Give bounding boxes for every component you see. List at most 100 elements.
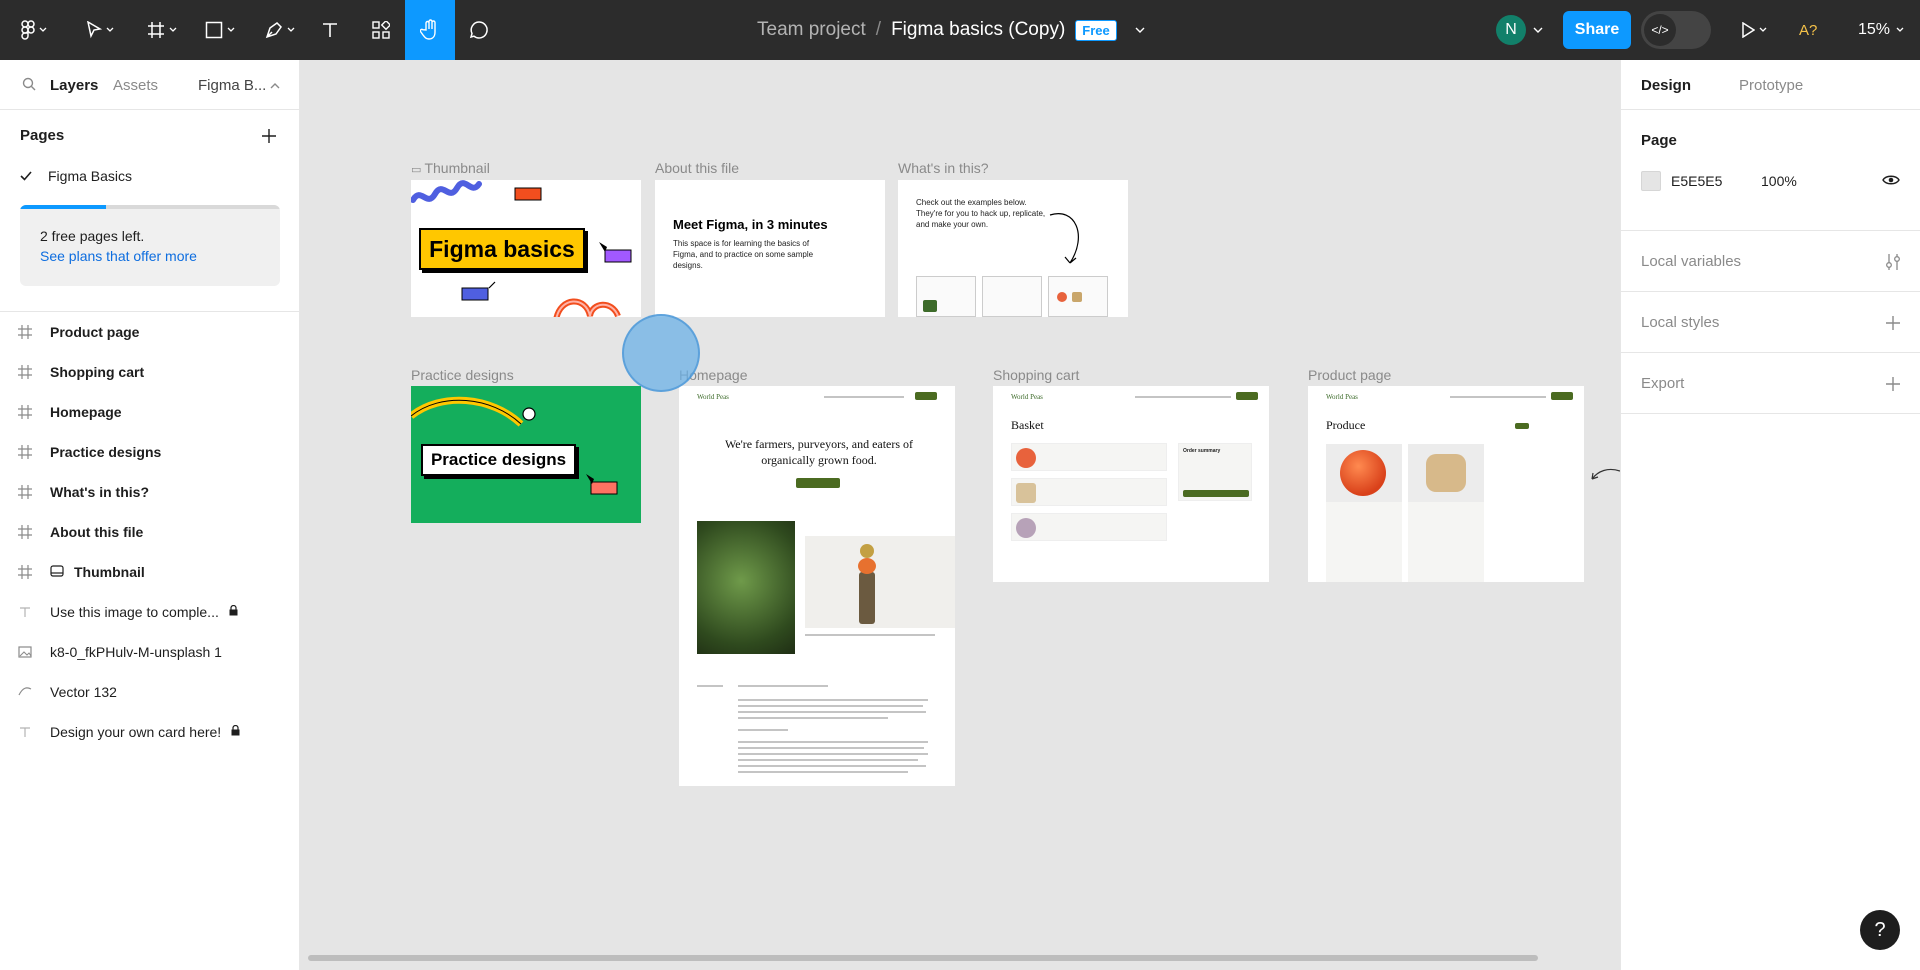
shape-tool-button[interactable]: [198, 0, 242, 60]
ginger-image: [1426, 454, 1466, 492]
export-section[interactable]: Export: [1621, 353, 1920, 414]
resources-icon: [372, 21, 390, 39]
frame-icon: [0, 365, 50, 379]
frame-label-practice[interactable]: Practice designs: [411, 367, 514, 383]
plus-icon[interactable]: [1886, 377, 1900, 391]
local-styles-label: Local styles: [1641, 314, 1720, 331]
lock-icon[interactable]: [229, 604, 238, 619]
text-line: [738, 759, 918, 761]
nav-links: [1135, 396, 1231, 398]
layer-item[interactable]: Use this image to comple...: [0, 592, 299, 632]
avatar[interactable]: N: [1496, 15, 1526, 45]
shop-button: [796, 478, 840, 488]
help-button[interactable]: ?: [1860, 910, 1900, 950]
product-brand: World Peas: [1326, 393, 1358, 401]
tab-layers[interactable]: Layers: [50, 77, 98, 94]
horizontal-scrollbar[interactable]: [308, 955, 1538, 961]
layer-name: Practice designs: [50, 444, 162, 460]
thumbnail-icon: ▭: [411, 164, 425, 176]
lock-icon[interactable]: [231, 724, 240, 739]
tab-file-pages[interactable]: Figma B...: [198, 77, 266, 94]
text-line: [738, 729, 788, 731]
search-icon[interactable]: [22, 77, 36, 91]
page-color-swatch[interactable]: [1641, 171, 1661, 191]
frame-shopping-cart[interactable]: World Peas Basket Order summary: [993, 386, 1269, 582]
figma-menu-button[interactable]: [12, 0, 56, 60]
present-button[interactable]: [1736, 0, 1772, 60]
frame-product-page[interactable]: World Peas Produce: [1308, 386, 1584, 582]
layer-item[interactable]: Vector 132: [0, 672, 299, 712]
comment-tool-button[interactable]: [458, 0, 500, 60]
layer-item[interactable]: Design your own card here!: [0, 712, 299, 752]
resources-tool-button[interactable]: [362, 0, 400, 60]
about-title: Meet Figma, in 3 minutes: [673, 217, 828, 232]
layer-item[interactable]: Practice designs: [0, 432, 299, 472]
frame-label-cart[interactable]: Shopping cart: [993, 367, 1079, 383]
preview-thumb: [1072, 292, 1082, 302]
hand-tool-button[interactable]: [405, 0, 455, 60]
layer-item[interactable]: Shopping cart: [0, 352, 299, 392]
layer-item[interactable]: Homepage: [0, 392, 299, 432]
canvas[interactable]: ▭ Thumbnail Figma basics About this file…: [300, 60, 1620, 970]
move-tool-button[interactable]: [78, 0, 122, 60]
tab-prototype[interactable]: Prototype: [1739, 77, 1803, 94]
frame-homepage[interactable]: World Peas We're farmers, purveyors, and…: [679, 386, 955, 786]
local-variables-section[interactable]: Local variables: [1621, 231, 1920, 292]
vase-shape: [859, 572, 875, 624]
font-warning-indicator[interactable]: A?: [1799, 0, 1817, 60]
pen-tool-button[interactable]: [258, 0, 302, 60]
frame-practice-designs[interactable]: Practice designs: [411, 386, 641, 523]
layer-item[interactable]: k8-0_fkPHulv-M-unsplash 1: [0, 632, 299, 672]
page-opacity-value[interactable]: 100%: [1761, 173, 1797, 189]
pages-usage-bar: [20, 205, 280, 209]
local-styles-section[interactable]: Local styles: [1621, 292, 1920, 353]
variables-settings-icon[interactable]: [1885, 253, 1901, 271]
frame-about-this-file[interactable]: Meet Figma, in 3 minutes This space is f…: [655, 180, 885, 317]
share-button[interactable]: Share: [1563, 11, 1631, 49]
frame-label-whats[interactable]: What's in this?: [898, 160, 989, 176]
comment-icon: [469, 21, 488, 39]
frame-tool-button[interactable]: [140, 0, 184, 60]
layer-item[interactable]: About this file: [0, 512, 299, 552]
dev-mode-toggle[interactable]: </>: [1641, 11, 1711, 49]
layer-item[interactable]: Product page: [0, 312, 299, 352]
chevron-up-icon[interactable]: [270, 82, 280, 90]
add-page-button[interactable]: [262, 123, 276, 149]
order-summary-title: Order summary: [1183, 448, 1221, 454]
plus-icon[interactable]: [1886, 316, 1900, 330]
whats-body: Check out the examples below. They're fo…: [916, 198, 1046, 229]
greens-image: [697, 521, 795, 654]
frame-label-product[interactable]: Product page: [1308, 367, 1391, 383]
product-title: Produce: [1326, 418, 1366, 432]
tab-assets[interactable]: Assets: [113, 77, 158, 94]
frame-thumbnail[interactable]: Figma basics: [411, 180, 641, 317]
tab-design[interactable]: Design: [1641, 77, 1691, 94]
frame-icon: [0, 405, 50, 419]
export-label: Export: [1641, 375, 1685, 392]
free-pages-notice: 2 free pages left. See plans that offer …: [20, 205, 280, 286]
text-line: [738, 685, 828, 687]
frame-label-about[interactable]: About this file: [655, 160, 739, 176]
zoom-menu[interactable]: 15%: [1858, 0, 1904, 60]
text-tool-button[interactable]: [312, 0, 348, 60]
nav-links: [1450, 396, 1546, 398]
frame-label-thumbnail[interactable]: ▭ Thumbnail: [411, 160, 490, 176]
see-plans-link[interactable]: See plans that offer more: [40, 248, 197, 264]
file-name[interactable]: Figma basics (Copy): [891, 19, 1065, 41]
layer-item[interactable]: What's in this?: [0, 472, 299, 512]
page-item-figma-basics[interactable]: Figma Basics: [20, 168, 132, 184]
chevron-down-icon[interactable]: [1135, 26, 1145, 34]
eye-icon[interactable]: [1882, 173, 1900, 187]
about-body: This space is for learning the basics of…: [673, 239, 814, 270]
chevron-down-icon: [1759, 27, 1767, 32]
curved-arrow-icon: [1049, 213, 1079, 264]
plan-badge[interactable]: Free: [1075, 19, 1117, 41]
chevron-down-icon: [227, 27, 235, 32]
page-color-value[interactable]: E5E5E5: [1671, 173, 1722, 189]
text-line: [738, 765, 926, 767]
frame-whats-in-this[interactable]: Check out the examples below. They're fo…: [898, 180, 1128, 317]
team-breadcrumb[interactable]: Team project: [757, 19, 866, 41]
item-thumb: [1016, 448, 1036, 468]
layer-item[interactable]: Thumbnail: [0, 552, 299, 592]
chevron-down-icon[interactable]: [1533, 26, 1543, 34]
